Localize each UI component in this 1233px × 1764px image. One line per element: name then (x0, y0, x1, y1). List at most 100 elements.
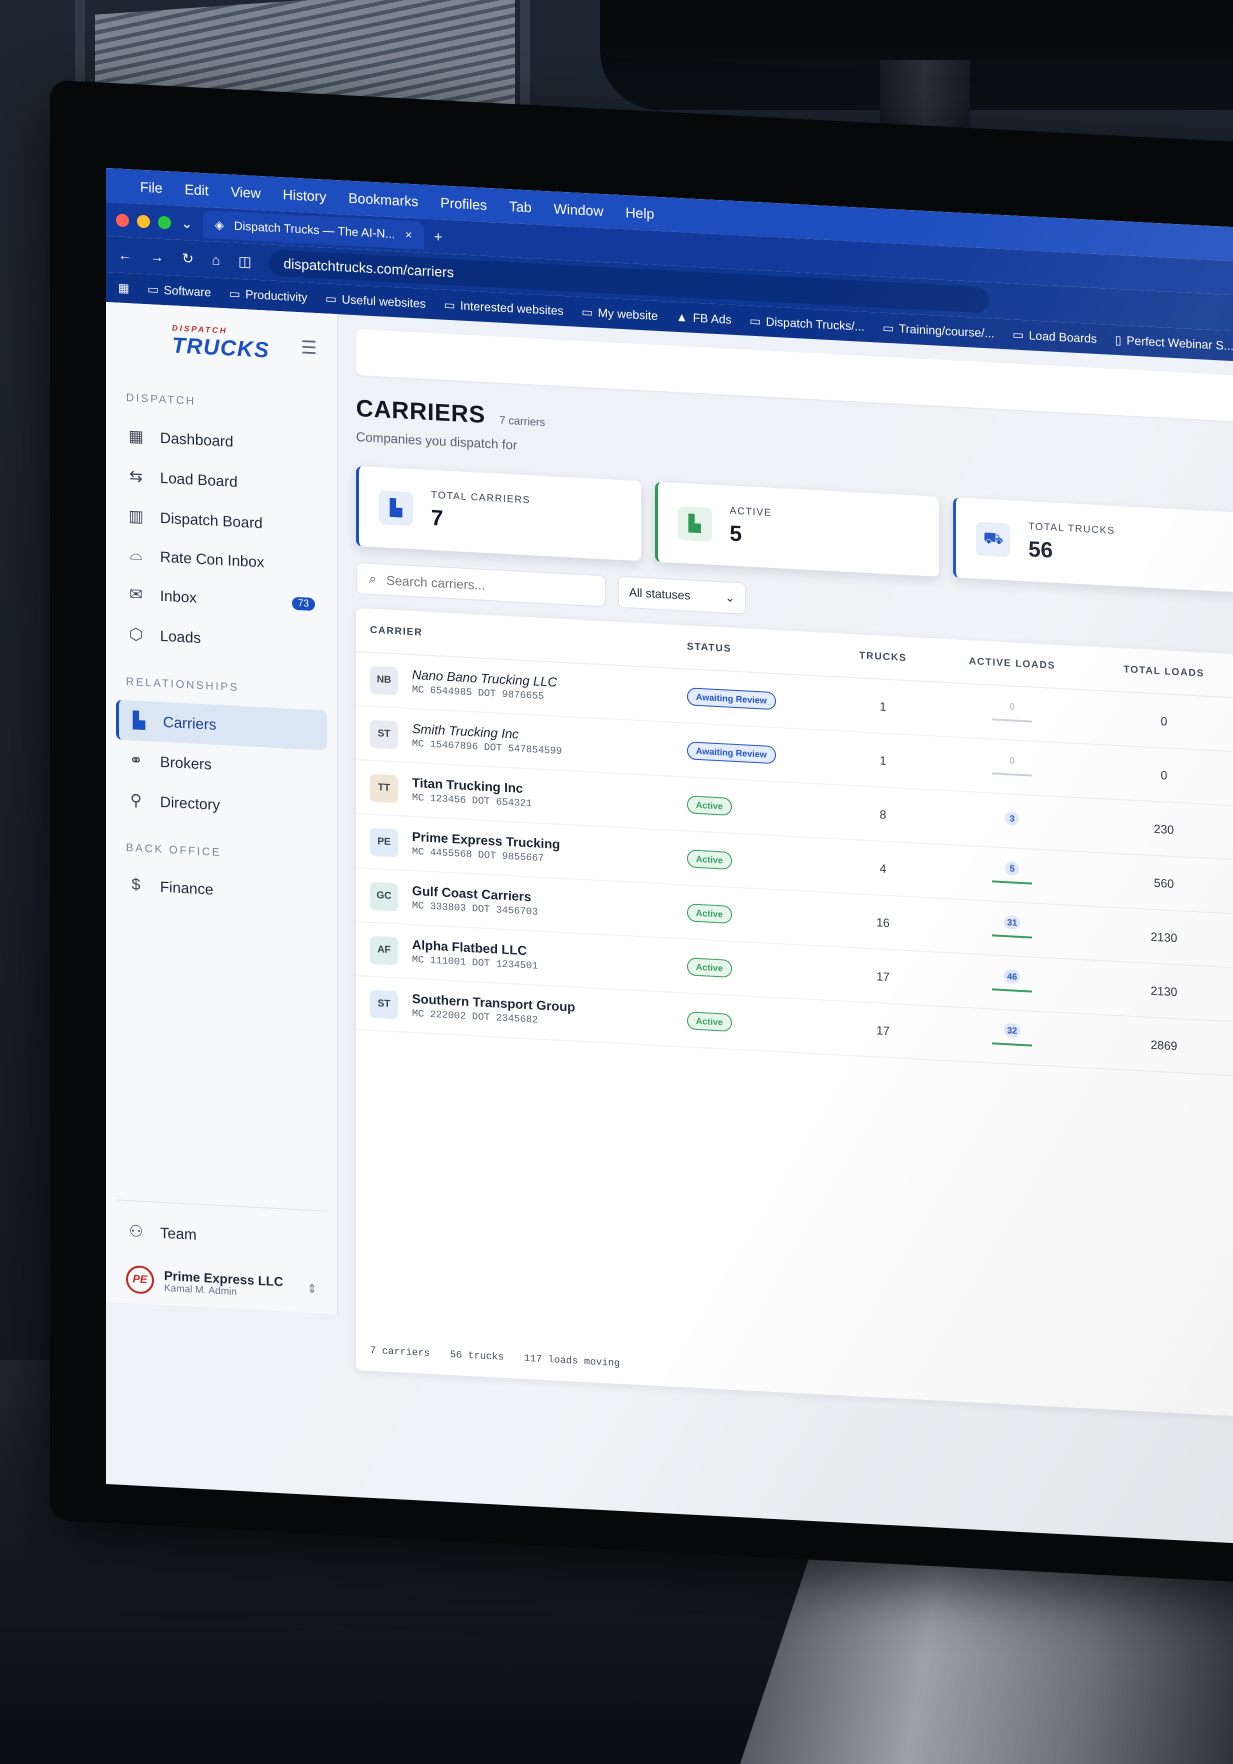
tab-close-icon[interactable]: × (405, 228, 412, 242)
status-badge: Active (686, 848, 732, 870)
bookmark-label: FB Ads (692, 310, 732, 327)
handshake-icon: ⚭ (129, 752, 143, 770)
menu-window[interactable]: Window (554, 200, 604, 219)
sidebar-item-label: Finance (160, 878, 214, 899)
carriers-table-card: CARRIER STATUS TRUCKS ACTIVE LOADS TOTAL… (356, 608, 1233, 1417)
active-loads-indicator: 3 (992, 809, 1032, 832)
split-view-icon[interactable]: ◫ (238, 252, 251, 270)
sidebar-item-label: Rate Con Inbox (160, 548, 265, 571)
search-input[interactable] (386, 572, 577, 598)
bookmark-my-website[interactable]: ▭ My website (582, 305, 658, 323)
sidebar-item-label: Team (160, 1224, 197, 1244)
bookmark-load-boards[interactable]: ▭ Load Boards (1013, 328, 1097, 346)
bookmark-dispatch-trucks[interactable]: ▭ Dispatch Trucks/... (750, 314, 865, 334)
sidebar-footer: ⚇ Team PE Prime Express LLC Kamal M. Admi… (116, 1199, 327, 1304)
building-icon: ▙ (379, 490, 413, 527)
status-filter-select[interactable]: All statuses ⌄ (618, 575, 746, 615)
reload-icon[interactable]: ↻ (182, 249, 194, 267)
sidebar-item-label: Carriers (163, 713, 217, 734)
bookmark-label: My website (597, 305, 658, 323)
stat-label: TOTAL TRUCKS (1028, 520, 1115, 537)
bookmark-label: Perfect Webinar S... (1126, 333, 1233, 354)
inbox-count-badge: 73 (291, 596, 315, 611)
menu-file[interactable]: File (140, 179, 163, 196)
truck-icon: ⛟ (976, 521, 1011, 558)
sidebar-item-label: Load Board (160, 469, 238, 491)
logo-main-text: TRUCKS (172, 332, 270, 363)
column-header-total-loads[interactable]: TOTAL LOADS (1089, 646, 1233, 698)
bookmark-useful-websites[interactable]: ▭ Useful websites (325, 291, 425, 310)
grid-icon: ▦ (128, 428, 144, 446)
minimize-window-button[interactable] (137, 214, 150, 228)
bookmark-training[interactable]: ▭ Training/course/... (883, 321, 995, 341)
bookmark-perfect-webinar[interactable]: ▯ Perfect Webinar S... (1115, 333, 1233, 353)
trucks-cell: 16 (831, 892, 935, 952)
bookmark-interested-websites[interactable]: ▭ Interested websites (444, 298, 564, 318)
back-icon[interactable]: ← (118, 247, 132, 264)
trucks-cell: 8 (831, 784, 935, 844)
new-tab-button[interactable]: + (434, 228, 442, 244)
menu-tab[interactable]: Tab (509, 198, 532, 215)
trucks-cell: 17 (831, 1000, 935, 1060)
status-badge: Active (686, 902, 732, 924)
folder-icon: ▭ (229, 286, 241, 302)
stat-label: ACTIVE (729, 505, 772, 519)
apps-grid-icon[interactable]: ▦ (118, 281, 129, 296)
section-label-dispatch: DISPATCH (126, 392, 196, 408)
add-user-icon: ⚲ (130, 792, 142, 810)
sidebar-item-label: Loads (160, 627, 201, 647)
trucks-cell: 1 (831, 730, 935, 790)
stat-value: 7 (431, 504, 444, 531)
carrier-avatar: ST (370, 989, 398, 1019)
active-loads-bar (992, 772, 1033, 777)
active-loads-indicator: 32 (992, 1021, 1033, 1052)
active-loads-indicator: 46 (992, 967, 1033, 998)
menu-help[interactable]: Help (625, 204, 654, 222)
menu-profiles[interactable]: Profiles (440, 195, 487, 213)
bookmark-software[interactable]: ▭ Software (147, 282, 211, 299)
status-badge: Active (686, 794, 732, 816)
active-loads-bar (992, 1042, 1033, 1047)
chevron-up-down-icon[interactable]: ⇕ (307, 1282, 317, 1297)
active-loads-indicator: 31 (992, 913, 1033, 944)
tab-search-icon[interactable]: ⌄ (181, 214, 193, 232)
status-filter-value: All statuses (629, 585, 691, 603)
app-shell: DISPATCH TRUCKS ☰ DISPATCH ▦ Dashboard ⇆ L… (106, 302, 1233, 1544)
active-loads-bar (992, 880, 1033, 885)
sidebar-item-label: Brokers (160, 753, 212, 774)
account-logo: PE (126, 1265, 154, 1295)
search-icon: ⌕ (369, 570, 377, 587)
carrier-avatar: TT (370, 773, 398, 803)
bookmark-productivity[interactable]: ▭ Productivity (229, 286, 307, 304)
folder-icon: ▭ (749, 313, 761, 329)
menu-edit[interactable]: Edit (185, 181, 209, 198)
menu-history[interactable]: History (283, 186, 327, 204)
trucks-cell: 17 (831, 946, 935, 1006)
brand-logo[interactable]: DISPATCH TRUCKS ☰ (116, 317, 327, 393)
carrier-avatar: ST (370, 719, 398, 749)
building-icon: ▙ (132, 712, 146, 731)
box-icon: ⬡ (129, 626, 143, 644)
search-box[interactable]: ⌕ (356, 562, 606, 608)
active-loads-indicator: 5 (992, 859, 1033, 890)
maximize-window-button[interactable] (158, 215, 171, 229)
active-loads-count: 32 (1004, 1023, 1021, 1038)
folder-icon: ▭ (443, 297, 456, 313)
column-header-trucks[interactable]: TRUCKS (831, 633, 935, 682)
menu-bookmarks[interactable]: Bookmarks (348, 190, 418, 210)
menu-toggle-icon[interactable]: ☰ (301, 337, 317, 359)
sidebar-item-finance[interactable]: $ Finance (116, 866, 327, 915)
stat-card-total-trucks: ⛟ TOTAL TRUCKS 56 (953, 497, 1233, 593)
active-loads-count: 31 (1004, 915, 1021, 930)
close-window-button[interactable] (116, 213, 129, 227)
bookmark-fb-ads[interactable]: ▲ FB Ads (676, 310, 732, 327)
screen: Chrome File Edit View History Bookmarks … (106, 168, 1233, 1545)
favicon-icon: ◈ (214, 217, 224, 233)
home-icon[interactable]: ⌂ (212, 252, 220, 268)
active-loads-count: 3 (1005, 811, 1020, 826)
tray-icon: ⌓ (129, 546, 143, 564)
menu-view[interactable]: View (231, 184, 261, 202)
folder-icon: ▭ (1012, 327, 1024, 343)
forward-icon[interactable]: → (150, 248, 164, 265)
section-label-relationships: RELATIONSHIPS (126, 676, 240, 694)
